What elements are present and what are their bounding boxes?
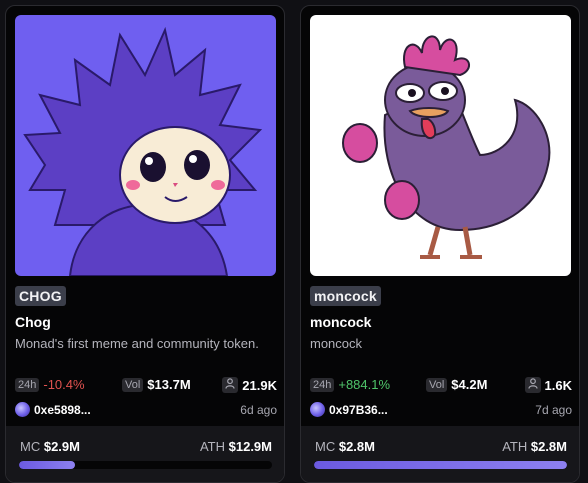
volume-badge: Vol bbox=[122, 377, 144, 392]
ath-value: $2.8M bbox=[530, 439, 567, 454]
token-card-moncock[interactable]: moncock moncock moncock 24h +884.1% Vol … bbox=[300, 5, 580, 483]
token-ticker: moncock bbox=[310, 286, 381, 306]
mc-progress-bar bbox=[314, 461, 567, 469]
price-change-stat: 24h -10.4% bbox=[15, 377, 85, 392]
holders-stat: 21.9K bbox=[222, 377, 277, 393]
creator-avatar[interactable] bbox=[310, 402, 325, 417]
mc-progress-fill bbox=[314, 461, 567, 469]
price-change-stat: 24h +884.1% bbox=[310, 377, 390, 392]
token-ticker: CHOG bbox=[15, 286, 66, 306]
holders-icon bbox=[222, 377, 239, 393]
created-age: 7d ago bbox=[535, 403, 572, 417]
chog-mascot-image bbox=[15, 15, 276, 276]
ath-value: $12.9M bbox=[228, 439, 272, 454]
creator-avatar[interactable] bbox=[15, 402, 30, 417]
token-description: Monad's first meme and community token. bbox=[15, 336, 259, 351]
mc-label: MC bbox=[315, 439, 336, 454]
volume-stat: Vol $4.2M bbox=[426, 377, 487, 392]
mc-progress-fill bbox=[19, 461, 75, 469]
token-image-moncock[interactable] bbox=[310, 15, 571, 276]
token-image-chog[interactable] bbox=[15, 15, 276, 276]
token-card-chog[interactable]: CHOG Chog Monad's first meme and communi… bbox=[5, 5, 285, 483]
ath-label: ATH bbox=[502, 439, 528, 454]
mc-label: MC bbox=[20, 439, 41, 454]
ath-label: ATH bbox=[199, 439, 225, 454]
moncock-mascot-image bbox=[310, 15, 571, 276]
market-cap-footer: MC $2.8M ATH $2.8M bbox=[301, 426, 579, 482]
token-stats: 24h +884.1% Vol $4.2M 1.6K bbox=[310, 377, 572, 395]
change-period-badge: 24h bbox=[15, 377, 40, 392]
mc-value: $2.8M bbox=[338, 439, 375, 454]
creator-row: 0x97B36... 7d ago bbox=[310, 402, 572, 418]
creator-address[interactable]: 0x97B36... bbox=[329, 403, 388, 417]
price-change-value: +884.1% bbox=[338, 377, 391, 392]
token-stats: 24h -10.4% Vol $13.7M 21.9K bbox=[15, 377, 277, 395]
holders-value: 21.9K bbox=[242, 377, 277, 393]
change-period-badge: 24h bbox=[310, 377, 335, 392]
all-time-high: ATH $12.9M bbox=[200, 439, 272, 454]
market-cap: MC $2.9M bbox=[20, 439, 80, 454]
holders-stat: 1.6K bbox=[524, 377, 572, 393]
token-name[interactable]: Chog bbox=[15, 314, 51, 330]
creator-address[interactable]: 0xe5898... bbox=[34, 403, 91, 417]
created-age: 6d ago bbox=[240, 403, 277, 417]
market-cap: MC $2.8M bbox=[315, 439, 375, 454]
volume-stat: Vol $13.7M bbox=[122, 377, 191, 392]
price-change-value: -10.4% bbox=[43, 377, 85, 392]
volume-value: $13.7M bbox=[147, 377, 191, 392]
holders-value: 1.6K bbox=[544, 377, 572, 393]
token-name[interactable]: moncock bbox=[310, 314, 371, 330]
mc-progress-bar bbox=[19, 461, 272, 469]
all-time-high: ATH $2.8M bbox=[502, 439, 567, 454]
token-description: moncock bbox=[310, 336, 363, 351]
volume-value: $4.2M bbox=[451, 377, 488, 392]
holders-icon bbox=[524, 377, 541, 393]
market-cap-footer: MC $2.9M ATH $12.9M bbox=[6, 426, 284, 482]
volume-badge: Vol bbox=[426, 377, 448, 392]
creator-row: 0xe5898... 6d ago bbox=[15, 402, 277, 418]
mc-value: $2.9M bbox=[43, 439, 80, 454]
